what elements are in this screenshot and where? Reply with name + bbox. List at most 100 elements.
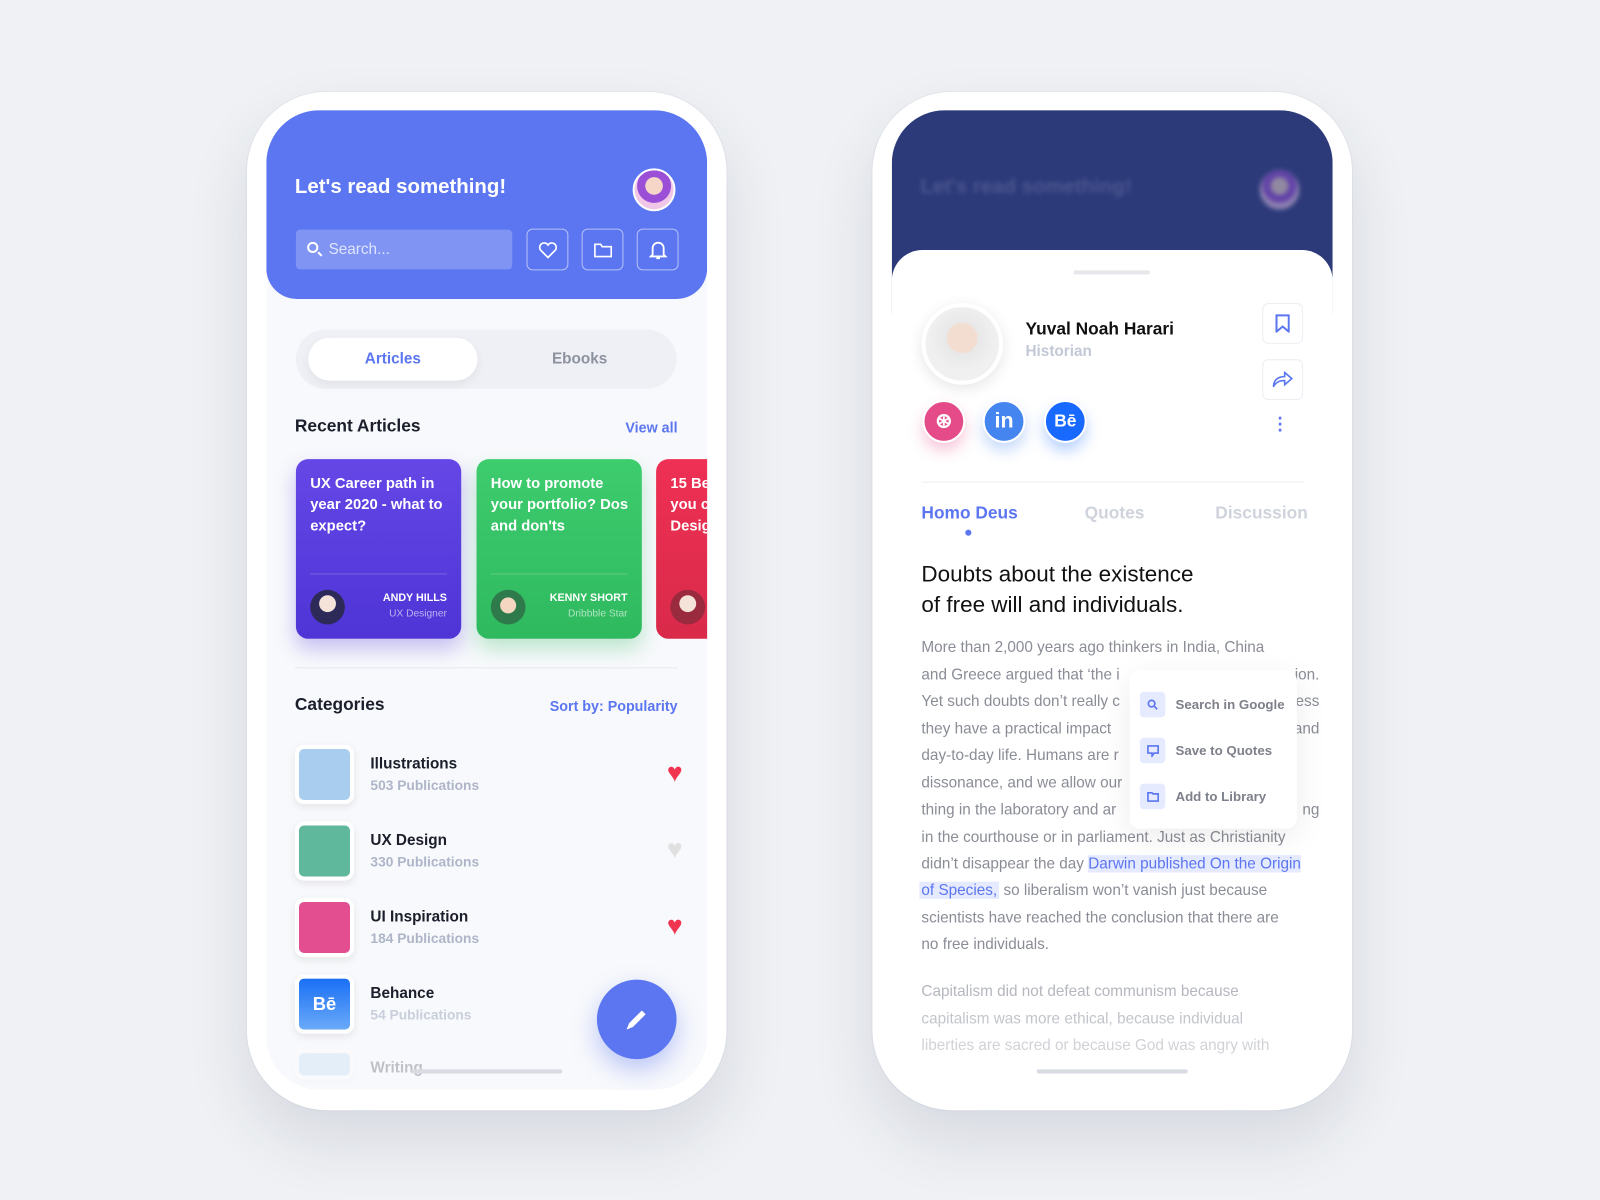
author-sheet: Yuval Noah Harari Historian ⊛ in Bē · · · … [891,249,1333,1090]
tab-ebooks[interactable]: Ebooks [495,338,664,381]
category-count: 330 Publications [370,854,480,870]
search-placeholder: Search... [328,240,390,259]
categories-heading: Categories [294,694,385,715]
body-line: day-to-day life. Humans are r [921,746,1119,765]
body-line: More than 2,000 years ago thinkers in In… [921,638,1265,657]
phone-left: Let's read something! Search... Articles… [246,91,727,1111]
folder-icon [593,242,612,257]
behance-thumbnail: Bē [294,974,355,1034]
category-item[interactable]: UX Design 330 Publications ♥ [294,821,683,882]
page-title: Let's read something! [294,175,507,198]
body-line: they have a practical impact [921,719,1112,738]
body-line: Capitalism did not defeat communism beca… [921,982,1239,1000]
favorites-button[interactable] [526,228,569,271]
divider [921,481,1305,483]
body-line: liberties are sacred or because God was … [921,1036,1270,1055]
tab-discussion[interactable]: Discussion [1215,503,1308,523]
body-line: Yet such doubts don’t really c [921,692,1120,711]
category-item[interactable]: UI Inspiration 184 Publications ♥ [294,897,683,959]
category-name: Illustrations [370,755,458,773]
category-count: 54 Publications [370,1007,472,1023]
ux-design-thumbnail [294,821,355,881]
category-item[interactable]: Illustrations 503 Publications ♥ [294,744,683,806]
body-line: no free individuals. [921,935,1050,954]
author-avatar [490,589,526,625]
search-icon [307,241,319,254]
dribbble-icon[interactable]: ⊛ [922,399,966,443]
heart-icon[interactable]: ♥ [667,836,683,863]
card-title: UX Career path in year 2020 - what to ex… [310,475,443,535]
card-title: 15 Be you c Desig [670,475,708,535]
more-icon[interactable]: · · · [1278,409,1284,440]
home-screen: Let's read something! Search... Articles… [266,110,708,1090]
category-count: 184 Publications [370,930,480,946]
tab-articles[interactable]: Articles [308,337,478,381]
home-indicator [1036,1069,1188,1074]
menu-item-add-library[interactable]: Add to Library [1139,783,1293,811]
highlighted-text[interactable]: Darwin published On the Origin [1088,855,1301,873]
body-line: didn’t disappear the day Darwin publishe… [921,855,1301,873]
folder-button[interactable] [581,228,624,271]
article-heading: Doubts about the existence of free will a… [921,561,1194,618]
search-icon [1139,691,1166,718]
quote-icon [1139,737,1166,764]
tab-homo-deus[interactable]: Homo Deus [921,503,1017,523]
linkedin-icon[interactable]: in [982,399,1026,443]
avatar [1258,168,1302,212]
author-avatar [670,589,706,625]
author-avatar [921,303,1004,385]
blurred-title: Let's read something! [920,175,1132,198]
card-author: KENNY SHORT [549,591,628,605]
body-line: and Greece argued that ‘the i [921,665,1120,684]
category-count: 503 Publications [370,777,480,793]
article-card[interactable]: 15 Be you c Desig [656,459,708,639]
header: Let's read something! Search... [266,110,708,299]
phone-right: Let's read something! Yuval Noah Harari … [872,91,1353,1111]
sort-dropdown[interactable]: Sort by: Popularity [550,698,678,714]
article-card[interactable]: How to promote your portfolio? Dos and d… [476,459,642,639]
category-name: Behance [370,984,435,1003]
card-role: Dribbble Star [567,608,628,620]
share-button[interactable] [1262,359,1304,400]
body-line: of Species, so liberalism won’t vanish j… [919,878,1267,905]
author-role: Historian [1025,342,1092,361]
view-all-link[interactable]: View all [625,419,677,435]
pencil-icon [626,1010,646,1030]
search-input[interactable]: Search... [295,229,513,270]
heart-icon[interactable]: ♥ [667,759,683,786]
bell-icon [648,241,667,259]
author-name: Yuval Noah Harari [1025,319,1174,339]
menu-item-save-quotes[interactable]: Save to Quotes [1139,737,1293,765]
divider [294,667,678,669]
behance-icon[interactable]: Bē [1043,399,1087,443]
body-line-end: ng [1302,801,1320,819]
author-avatar [310,589,345,625]
dribbble-thumbnail [294,897,355,958]
home-indicator [411,1069,563,1074]
tab-quotes[interactable]: Quotes [1085,503,1145,523]
category-name: Writing [370,1059,423,1077]
illustrations-thumbnail [294,744,355,805]
body-line: capitalism was more ethical, because ind… [921,1010,1244,1028]
compose-button[interactable] [596,979,677,1060]
folder-icon [1139,783,1166,810]
menu-item-search-google[interactable]: Search in Google [1139,691,1293,719]
bookmark-icon [1275,314,1290,333]
card-role: UX Designer [389,608,447,620]
author-screen: Let's read something! Yuval Noah Harari … [891,110,1333,1090]
highlighted-text[interactable]: of Species, [919,882,1000,899]
category-name: UX Design [370,831,447,849]
recent-articles-heading: Recent Articles [294,416,421,436]
avatar[interactable] [632,168,676,212]
body-line: dissonance, and we allow our [921,773,1123,792]
notifications-button[interactable] [636,228,679,271]
card-title: How to promote your portfolio? Dos and d… [490,475,629,535]
writing-thumbnail [294,1048,355,1080]
context-menu: Search in Google Save to Quotes Add to L… [1129,670,1297,829]
body-line: thing in the laboratory and ar [921,801,1117,819]
segmented-control: Articles Ebooks [295,329,677,389]
bookmark-button[interactable] [1262,303,1304,344]
article-card[interactable]: UX Career path in year 2020 - what to ex… [295,459,462,639]
drag-handle[interactable] [1073,270,1150,275]
heart-icon[interactable]: ♥ [667,912,683,939]
